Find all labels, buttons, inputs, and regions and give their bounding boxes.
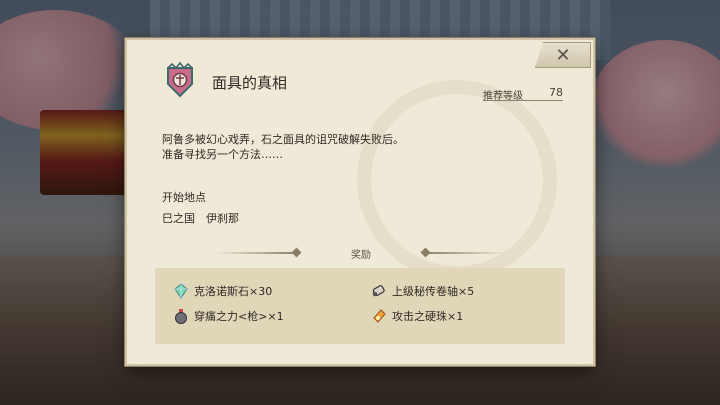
- scroll-icon: [371, 283, 387, 299]
- reward-divider: 奖励: [215, 244, 507, 262]
- reward-item-gem[interactable]: 攻击之硬珠×1: [371, 308, 463, 324]
- start-location-value: 巳之国 伊刹那: [162, 212, 239, 225]
- reward-item-label: 上级秘传卷轴×5: [392, 285, 475, 298]
- quest-dialog: ✕ 面具的真相 推荐等级 78 阿鲁多被幻心戏弄，石之面具的诅咒破解失败后。 准…: [125, 38, 595, 366]
- close-icon: ✕: [555, 44, 571, 66]
- reward-item-label: 克洛诺斯石×30: [194, 285, 273, 298]
- potion-icon: [173, 308, 189, 324]
- crest-emblem-icon: [164, 61, 196, 98]
- reward-item-scroll[interactable]: 上级秘传卷轴×5: [371, 283, 474, 299]
- close-button[interactable]: ✕: [535, 42, 591, 68]
- quest-title: 面具的真相: [212, 74, 288, 92]
- quest-description: 阿鲁多被幻心戏弄，石之面具的诅咒破解失败后。 准备寻找另一个方法……: [162, 132, 562, 162]
- reward-list: 克洛诺斯石×30 上级秘传卷轴×5 穿痛之力<枪>×1 攻击之硬珠×1: [155, 268, 565, 344]
- reward-item-label: 穿痛之力<枪>×1: [194, 310, 284, 323]
- reward-item-potion[interactable]: 穿痛之力<枪>×1: [173, 308, 284, 324]
- reward-divider-line-right: [425, 252, 507, 254]
- crystal-icon: [173, 283, 189, 299]
- reward-item-label: 攻击之硬珠×1: [392, 310, 464, 323]
- reward-item-crystal[interactable]: 克洛诺斯石×30: [173, 283, 272, 299]
- quest-description-line-2: 准备寻找另一个方法……: [162, 148, 283, 161]
- recommended-level: 推荐等级 78: [483, 86, 563, 102]
- recommended-level-value: 78: [549, 86, 563, 99]
- gem-icon: [371, 308, 387, 324]
- recommended-level-label: 推荐等级: [483, 91, 523, 102]
- start-location-label: 开始地点: [162, 191, 206, 204]
- quest-description-line-1: 阿鲁多被幻心戏弄，石之面具的诅咒破解失败后。: [162, 133, 404, 146]
